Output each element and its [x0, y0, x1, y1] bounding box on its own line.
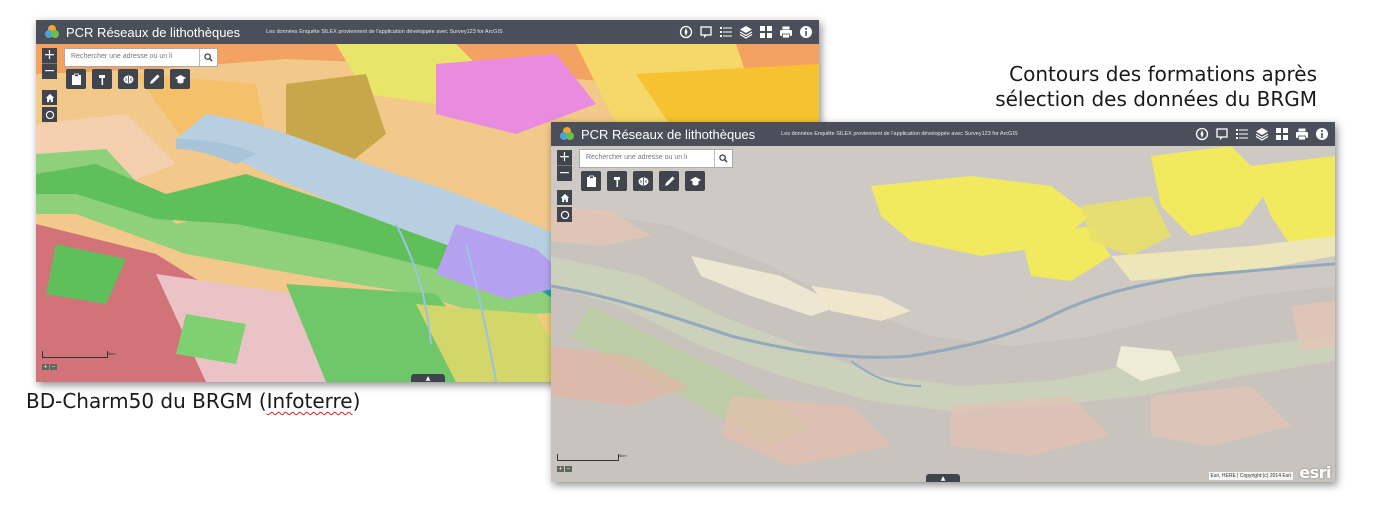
caption-infoterre: Infoterre — [266, 389, 353, 413]
search-button[interactable] — [714, 150, 732, 167]
scale-label: 5km — [619, 453, 627, 458]
search-bar: Rechercher une adresse ou un li — [579, 149, 733, 168]
widget-toolbar — [581, 171, 705, 191]
list-icon[interactable] — [1234, 126, 1249, 141]
grid-icon[interactable] — [1274, 126, 1289, 141]
app-title: PCR Réseaux de lithothèques — [581, 126, 756, 142]
hammer-tool[interactable] — [92, 69, 112, 89]
locate-button[interactable] — [557, 207, 572, 222]
app-header: PCR Réseaux de lithothèques Les données … — [551, 122, 1335, 146]
search-input[interactable]: Rechercher une adresse ou un li — [65, 49, 199, 66]
contours-map[interactable] — [551, 146, 1335, 482]
zoom-out-button[interactable]: − — [557, 165, 572, 181]
locate-button[interactable] — [42, 107, 57, 122]
screenshot-brgm-contours: PCR Réseaux de lithothèques Les données … — [551, 122, 1335, 482]
graduation-tool[interactable] — [685, 171, 705, 191]
zoom-in-button[interactable]: + — [42, 48, 57, 63]
zoom-out-button[interactable]: − — [42, 63, 57, 79]
app-logo-icon — [45, 25, 59, 38]
graduation-icon — [174, 74, 186, 83]
app-subtitle: Les données Enquête SILEX proviennent de… — [781, 131, 1018, 137]
locate-icon — [560, 210, 569, 219]
hammer-icon — [98, 74, 105, 85]
zoom-control: + − — [557, 150, 572, 181]
scale-bar — [42, 351, 108, 358]
layers-icon[interactable] — [1254, 126, 1269, 141]
search-input[interactable]: Rechercher une adresse ou un li — [580, 150, 714, 167]
zoom-control: + − — [42, 48, 57, 79]
bottom-panel-toggle[interactable]: ▲ — [411, 374, 445, 382]
info-icon[interactable] — [798, 24, 813, 39]
mini-zoom-out[interactable]: − — [565, 466, 572, 472]
info-icon[interactable] — [1314, 126, 1329, 141]
caption-line-1: Contours des formations après — [1009, 62, 1317, 86]
locate-icon — [45, 110, 54, 119]
app-title: PCR Réseaux de lithothèques — [66, 24, 241, 40]
chevron-up-icon: ▲ — [940, 475, 946, 482]
mini-zoom-in[interactable]: + — [557, 466, 564, 472]
caption-filtered-contours: Contours des formations après sélection … — [995, 62, 1317, 112]
graduation-icon — [689, 176, 701, 185]
search-icon — [204, 53, 213, 62]
legend-icon[interactable] — [698, 24, 713, 39]
app-header: PCR Réseaux de lithothèques Les données … — [36, 20, 819, 44]
print-icon[interactable] — [1294, 126, 1309, 141]
layers-icon[interactable] — [738, 24, 753, 39]
brain-tool[interactable] — [633, 171, 653, 191]
print-icon[interactable] — [778, 24, 793, 39]
compass-icon[interactable] — [1194, 126, 1209, 141]
home-button[interactable] — [557, 190, 572, 205]
caption-bd-charm50: BD-Charm50 du BRGM (Infoterre) — [26, 389, 360, 414]
widget-toolbar — [66, 69, 190, 89]
home-icon — [45, 93, 54, 102]
brain-icon — [123, 75, 133, 83]
app-logo-icon — [560, 127, 574, 140]
search-bar: Rechercher une adresse ou un li — [64, 48, 218, 67]
clipboard-tool[interactable] — [66, 69, 86, 89]
bottom-panel-toggle[interactable]: ▲ — [926, 474, 960, 482]
caption-main: BD-Charm50 du BRGM ( — [26, 389, 267, 413]
clipboard-tool[interactable] — [581, 171, 601, 191]
esri-logo[interactable]: esri — [1299, 463, 1331, 482]
home-button[interactable] — [42, 90, 57, 105]
mini-zoom-controls: + − — [42, 364, 57, 370]
pen-tool[interactable] — [144, 69, 164, 89]
clipboard-icon — [71, 73, 81, 85]
search-button[interactable] — [199, 49, 217, 66]
mini-zoom-in[interactable]: + — [42, 364, 49, 370]
app-subtitle: Les données Enquête SILEX proviennent de… — [266, 29, 503, 35]
pen-icon — [149, 74, 159, 84]
pen-icon — [664, 176, 674, 186]
grid-icon[interactable] — [758, 24, 773, 39]
hammer-icon — [613, 176, 620, 187]
caption-line-2: sélection des données du BRGM — [995, 87, 1317, 111]
clipboard-icon — [586, 175, 596, 187]
zoom-in-button[interactable]: + — [557, 150, 572, 165]
scale-label: 5km — [108, 351, 116, 356]
search-icon — [719, 154, 728, 163]
legend-icon[interactable] — [1214, 126, 1229, 141]
mini-zoom-controls: + − — [557, 466, 572, 472]
brain-tool[interactable] — [118, 69, 138, 89]
scale-bar — [557, 454, 619, 461]
pen-tool[interactable] — [659, 171, 679, 191]
compass-icon[interactable] — [678, 24, 693, 39]
chevron-up-icon: ▲ — [425, 375, 431, 382]
caption-end: ) — [352, 389, 361, 413]
home-icon — [560, 193, 569, 202]
hammer-tool[interactable] — [607, 171, 627, 191]
list-icon[interactable] — [718, 24, 733, 39]
mini-zoom-out[interactable]: − — [50, 364, 57, 370]
graduation-tool[interactable] — [170, 69, 190, 89]
map-attribution[interactable]: Esri, HERE | Copyright:(c) 2014 Esri — [1208, 472, 1293, 480]
brain-icon — [638, 177, 648, 185]
